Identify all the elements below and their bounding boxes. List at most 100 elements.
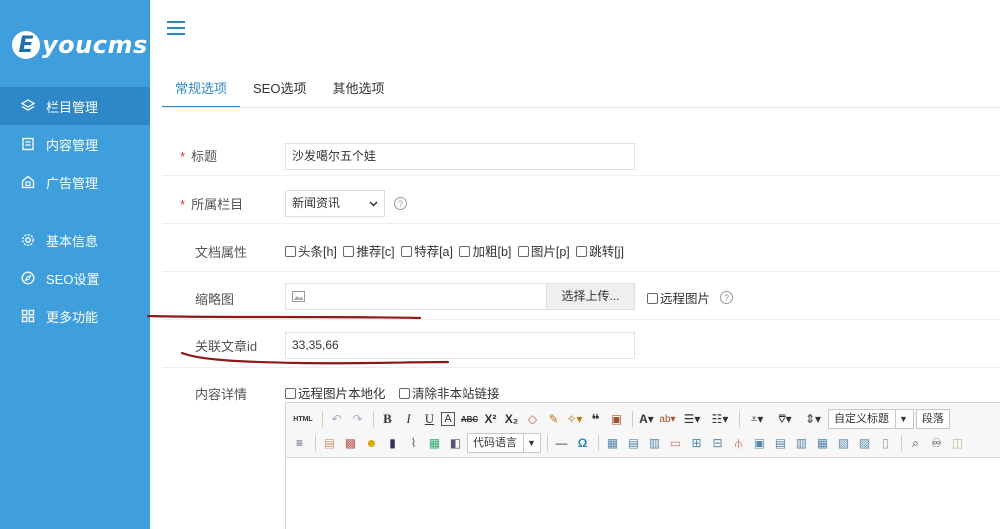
table-delete-icon[interactable]: ▨ (855, 434, 874, 453)
tab-general[interactable]: 常规选项 (162, 74, 241, 108)
localize-remote-option[interactable]: 远程图片本地化 (285, 383, 386, 402)
underline-icon[interactable]: U (420, 410, 439, 429)
thumbnail-input[interactable] (285, 283, 547, 310)
map-icon[interactable]: ▦ (425, 434, 444, 453)
template-icon[interactable]: ◧ (446, 434, 465, 453)
checkbox[interactable] (401, 246, 413, 257)
checkbox[interactable] (647, 293, 658, 304)
title-input[interactable]: 沙发噶尔五个娃 (285, 143, 635, 170)
link-image-icon[interactable]: ▤ (320, 434, 339, 453)
checkbox[interactable] (285, 246, 296, 257)
insert-table-icon[interactable]: ▦ (603, 434, 622, 453)
image-icon (292, 291, 305, 302)
multi-image-icon[interactable]: ▩ (341, 434, 360, 453)
table-props-icon[interactable]: ▣ (750, 434, 769, 453)
checkbox[interactable] (459, 246, 471, 257)
tab-seo[interactable]: SEO选项 (240, 74, 319, 108)
binoculars-icon[interactable]: ♾ (927, 434, 946, 453)
blockquote-icon[interactable]: ❝ (586, 410, 605, 429)
line-spacing-icon[interactable]: ⇕▾ (800, 410, 826, 429)
paste-plain-icon[interactable]: ▣ (607, 410, 626, 429)
toolbar-row-1: HTML ↶ ↷ B I U A ABC X² X₂ ◇ ✎ ✧▾ ❝ ▣ A▾… (290, 407, 996, 431)
attr-image[interactable]: 图片[p] (517, 245, 570, 259)
category-select[interactable]: 新闻资讯 (285, 190, 385, 217)
attr-headline[interactable]: 头条[h] (285, 245, 337, 259)
row-related: 关联文章id 33,35,66 (162, 320, 1000, 368)
remove-links-option[interactable]: 清除非本站链接 (399, 383, 500, 402)
undo-icon[interactable]: ↶ (327, 410, 346, 429)
help-icon[interactable]: ? (720, 291, 733, 304)
sidebar-item-label: 更多功能 (46, 309, 99, 325)
ordered-list-icon[interactable]: ☰▾ (679, 410, 705, 429)
strikethrough-icon[interactable]: ABC (460, 410, 479, 429)
auto-format-icon[interactable]: ✧▾ (565, 410, 584, 429)
code-language-select[interactable]: 代码语言 ▼ (467, 433, 541, 453)
attr-jump[interactable]: 跳转[j] (576, 245, 624, 259)
attributes-checkboxes: 头条[h] 推荐[c] 特荐[a] 加粗[b] 图片[p] 跳转[j] (285, 241, 627, 260)
checkbox[interactable] (576, 246, 588, 257)
line-height-bottom-icon[interactable]: ⩢▾ (772, 410, 798, 429)
subscript-icon[interactable]: X₂ (502, 410, 521, 429)
logo[interactable]: E youcms (0, 0, 150, 90)
merge-right-icon[interactable]: ⊟ (708, 434, 727, 453)
preview-icon[interactable]: ◫ (948, 434, 967, 453)
insert-col-icon[interactable]: ▥ (645, 434, 664, 453)
checkbox[interactable] (399, 388, 410, 399)
bold-icon[interactable]: B (378, 410, 397, 429)
attachment-icon[interactable]: ⌇ (404, 434, 423, 453)
split-cells-icon[interactable]: ⫛ (729, 434, 748, 453)
attr-special[interactable]: 特荐[a] (401, 245, 453, 259)
tab-other[interactable]: 其他选项 (319, 74, 397, 108)
format-brush-icon[interactable]: ✎ (544, 410, 563, 429)
checkbox[interactable] (343, 246, 355, 257)
special-char-icon[interactable]: Ω (573, 434, 592, 453)
related-input[interactable]: 33,35,66 (285, 332, 635, 359)
html-source-button[interactable]: HTML (290, 410, 316, 429)
font-border-icon[interactable]: A (441, 412, 455, 426)
eraser-icon[interactable]: ◇ (523, 410, 542, 429)
menu-toggle-icon[interactable] (167, 21, 185, 35)
help-icon[interactable]: ? (394, 197, 407, 210)
upload-button[interactable]: 选择上传... (546, 283, 635, 310)
table-row-icon[interactable]: ▤ (771, 434, 790, 453)
checkbox[interactable] (517, 246, 529, 257)
table-split-icon[interactable]: ▧ (834, 434, 853, 453)
print-icon[interactable]: ▯ (876, 434, 895, 453)
emoji-icon[interactable]: ☻ (362, 434, 381, 453)
italic-icon[interactable]: I (399, 410, 418, 429)
delete-row-icon[interactable]: ▭ (666, 434, 685, 453)
paragraph-select[interactable]: 段落 (915, 409, 950, 429)
table-cell-icon[interactable]: ▦ (813, 434, 832, 453)
chevron-down-icon (369, 200, 378, 207)
sidebar-item-more[interactable]: 更多功能 (0, 297, 150, 335)
font-color-icon[interactable]: A▾ (637, 410, 656, 429)
top-bar (150, 0, 1000, 56)
attr-recommend[interactable]: 推荐[c] (343, 245, 395, 259)
checkbox[interactable] (285, 388, 296, 399)
table-col-icon[interactable]: ▥ (792, 434, 811, 453)
row-title: * 标题 沙发噶尔五个娃 (162, 128, 1000, 176)
sidebar-item-columns[interactable]: 栏目管理 (0, 87, 150, 125)
sidebar-item-seo[interactable]: SEO设置 (0, 259, 150, 297)
video-icon[interactable]: ▮ (383, 434, 402, 453)
unordered-list-icon[interactable]: ☷▾ (707, 410, 733, 429)
separator (315, 435, 316, 451)
custom-heading-select[interactable]: 自定义标题 ▼ (828, 409, 914, 429)
toolbar-row-2: ≡ ▤ ▩ ☻ ▮ ⌇ ▦ ◧ 代码语言 ▼ — Ω ▦ ▤ ▥ ▭ ⊞ ⊟ ⫛… (290, 431, 996, 455)
horizontal-align-icon[interactable]: ≡ (290, 434, 309, 453)
redo-icon[interactable]: ↷ (348, 410, 367, 429)
highlight-icon[interactable]: ab▾ (658, 410, 677, 429)
line-height-top-icon[interactable]: ⩡▾ (744, 410, 770, 429)
merge-cells-icon[interactable]: ⊞ (687, 434, 706, 453)
attr-bold[interactable]: 加粗[b] (459, 245, 511, 259)
insert-row-icon[interactable]: ▤ (624, 434, 643, 453)
row-thumbnail: 缩略图 选择上传... 远程图片 ? (162, 272, 1000, 320)
sidebar-item-basic-info[interactable]: 基本信息 (0, 221, 150, 259)
horizontal-rule-icon[interactable]: — (552, 434, 571, 453)
superscript-icon[interactable]: X² (481, 410, 500, 429)
sidebar-item-content[interactable]: 内容管理 (0, 125, 150, 163)
search-icon[interactable]: ⌕ (906, 434, 925, 453)
remote-image-option[interactable]: 远程图片 (647, 288, 710, 307)
sidebar-item-ads[interactable]: 广告管理 (0, 163, 150, 201)
sidebar-nav: 栏目管理 内容管理 广告管理 基本信息 SEO设置 更多功能 (0, 87, 150, 335)
